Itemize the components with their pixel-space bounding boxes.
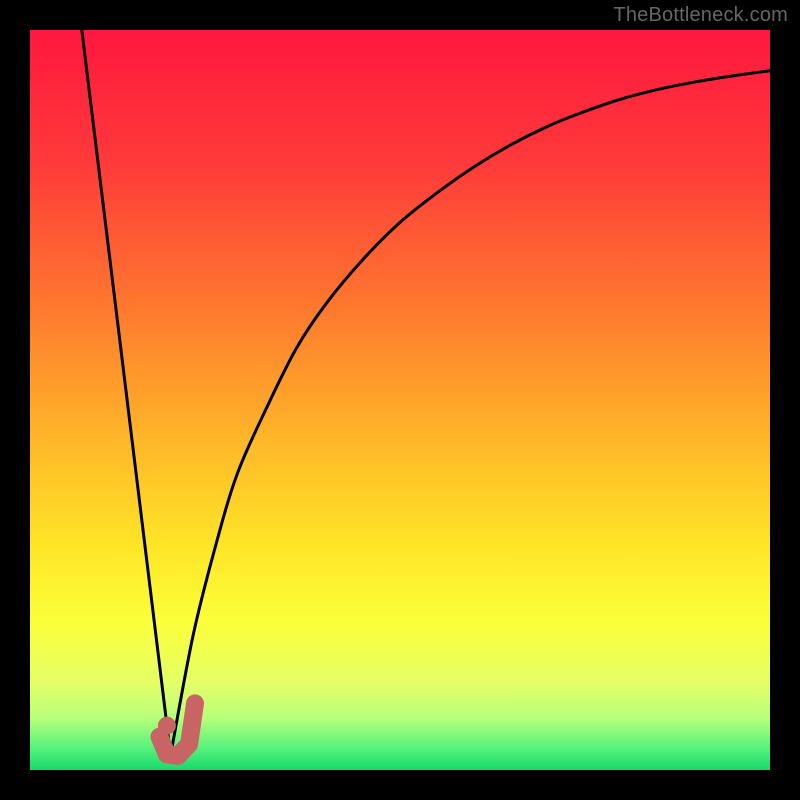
chart-frame: TheBottleneck.com xyxy=(0,0,800,800)
gradient-background xyxy=(30,30,770,770)
bottleneck-plot xyxy=(30,30,770,770)
attribution-text: TheBottleneck.com xyxy=(613,4,788,27)
optimal-point-dot-icon xyxy=(158,717,176,735)
